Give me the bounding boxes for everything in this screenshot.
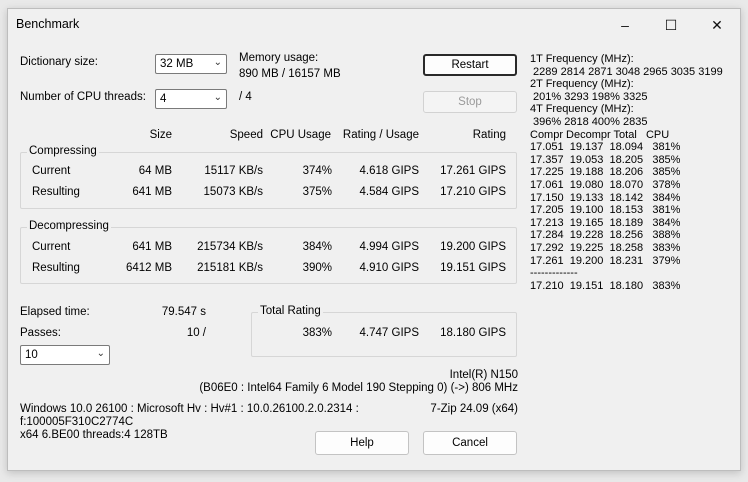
log-line: 2T Frequency (MHz): — [530, 78, 634, 91]
log-line: ------------- — [530, 267, 578, 280]
log-line: 201% 3293 198% 3325 — [530, 90, 648, 103]
passes-value: 10 / — [186, 327, 206, 339]
log-line: 17.061 19.080 18.070 378% — [530, 178, 681, 191]
restart-button[interactable]: Restart — [423, 54, 517, 76]
total-cpu-usage: 383% — [302, 327, 332, 339]
row-label: Resulting — [32, 186, 80, 198]
maximize-button[interactable]: ☐ — [648, 9, 694, 41]
size-cell: 641 MB — [132, 241, 172, 253]
rating-cell: 17.261 GIPS — [440, 165, 506, 177]
row-label: Resulting — [32, 262, 80, 274]
log-line: 17.150 19.133 18.142 384% — [530, 191, 681, 204]
log-line: 17.284 19.228 18.256 388% — [530, 229, 681, 242]
rating-usage-cell: 4.584 GIPS — [359, 186, 419, 198]
header-rating-usage: Rating / Usage — [342, 129, 419, 141]
decompressing-label: Decompressing — [27, 220, 111, 232]
log-line: 17.292 19.225 18.258 383% — [530, 241, 681, 254]
cancel-button[interactable]: Cancel — [423, 431, 517, 455]
compressing-group: Compressing — [20, 145, 517, 209]
memory-usage-label: Memory usage: — [239, 52, 319, 64]
frequency-log-panel: 1T Frequency (MHz): 2289 2814 2871 3048 … — [530, 53, 723, 292]
cpu-cell: 374% — [302, 165, 332, 177]
chevron-down-icon: ⌄ — [213, 57, 222, 68]
dictionary-size-value: 32 MB — [160, 58, 194, 70]
cpu-threads-select[interactable]: 4 ⌄ — [155, 89, 227, 109]
benchmark-window: Benchmark – ☐ ✕ Dictionary size: 32 MB ⌄… — [7, 8, 741, 471]
rating-usage-cell: 4.994 GIPS — [359, 241, 419, 253]
log-line: 1T Frequency (MHz): — [530, 53, 634, 65]
compressing-label: Compressing — [27, 145, 99, 157]
header-cpu-usage: CPU Usage — [270, 129, 331, 141]
stop-button[interactable]: Stop — [423, 91, 517, 113]
cpu-detail: (B06E0 : Intel64 Family 6 Model 190 Step… — [199, 382, 518, 394]
log-line: 4T Frequency (MHz): — [530, 103, 634, 116]
rating-cell: 17.210 GIPS — [440, 186, 506, 198]
passes-select-value: 10 — [25, 349, 38, 361]
version-info: 7-Zip 24.09 (x64) — [430, 403, 518, 415]
speed-cell: 215181 KB/s — [197, 262, 263, 274]
log-line: 17.210 19.151 18.180 383% — [530, 279, 681, 292]
close-button[interactable]: ✕ — [694, 9, 740, 41]
passes-select[interactable]: 10 ⌄ — [20, 345, 110, 365]
dictionary-size-label: Dictionary size: — [20, 56, 98, 68]
total-rating-usage: 4.747 GIPS — [359, 327, 419, 339]
window-title: Benchmark — [16, 17, 80, 31]
speed-cell: 215734 KB/s — [197, 241, 263, 253]
decompressing-group: Decompressing — [20, 220, 517, 284]
log-line: 17.357 19.053 18.205 385% — [530, 153, 681, 166]
arch-info: x64 6.BE00 threads:4 128TB — [20, 429, 168, 441]
elapsed-time-value: 79.547 s — [161, 306, 206, 318]
cpu-cell: 384% — [302, 241, 332, 253]
size-cell: 64 MB — [138, 165, 172, 177]
header-speed: Speed — [229, 129, 263, 141]
memory-usage-value: 890 MB / 16157 MB — [239, 68, 341, 80]
cpu-threads-label: Number of CPU threads: — [20, 91, 146, 103]
cpu-threads-value: 4 — [160, 93, 167, 105]
dictionary-size-select[interactable]: 32 MB ⌄ — [155, 54, 227, 74]
chevron-down-icon: ⌄ — [96, 348, 105, 359]
log-line: 17.205 19.100 18.153 381% — [530, 204, 681, 217]
total-rating-label: Total Rating — [258, 305, 323, 317]
total-rating-value: 18.180 GIPS — [440, 327, 506, 339]
log-line: Compr Decompr Total CPU — [530, 128, 670, 141]
rating-cell: 19.151 GIPS — [440, 262, 506, 274]
log-line: 17.213 19.165 18.189 384% — [530, 216, 681, 229]
header-size: Size — [149, 129, 172, 141]
log-line: 2289 2814 2871 3048 2965 3035 3199 — [530, 65, 723, 78]
cpu-cell: 390% — [302, 262, 332, 274]
rating-usage-cell: 4.618 GIPS — [359, 165, 419, 177]
chevron-down-icon: ⌄ — [213, 92, 222, 103]
cpu-id-info: f:100005F310C2774C — [20, 416, 134, 428]
log-line: 396% 2818 400% 2835 — [530, 115, 648, 128]
title-bar: Benchmark – ☐ ✕ — [8, 9, 740, 41]
row-label: Current — [32, 241, 71, 253]
rating-usage-cell: 4.910 GIPS — [359, 262, 419, 274]
cpu-threads-total: / 4 — [239, 91, 252, 103]
minimize-button[interactable]: – — [602, 9, 648, 41]
help-button[interactable]: Help — [315, 431, 409, 455]
cpu-name: Intel(R) N150 — [449, 369, 518, 381]
log-line: 17.261 19.200 18.231 379% — [530, 254, 681, 267]
cpu-cell: 375% — [302, 186, 332, 198]
size-cell: 641 MB — [132, 186, 172, 198]
elapsed-time-label: Elapsed time: — [20, 306, 90, 318]
rating-cell: 19.200 GIPS — [440, 241, 506, 253]
speed-cell: 15073 KB/s — [203, 186, 263, 198]
row-label: Current — [32, 165, 71, 177]
os-info: Windows 10.0 26100 : Microsoft Hv : Hv#1… — [20, 403, 359, 415]
speed-cell: 15117 KB/s — [204, 165, 263, 177]
log-line: 17.225 19.188 18.206 385% — [530, 166, 681, 179]
header-rating: Rating — [472, 129, 506, 141]
size-cell: 6412 MB — [125, 262, 172, 274]
passes-label: Passes: — [20, 327, 61, 339]
log-line: 17.051 19.137 18.094 381% — [530, 141, 681, 154]
